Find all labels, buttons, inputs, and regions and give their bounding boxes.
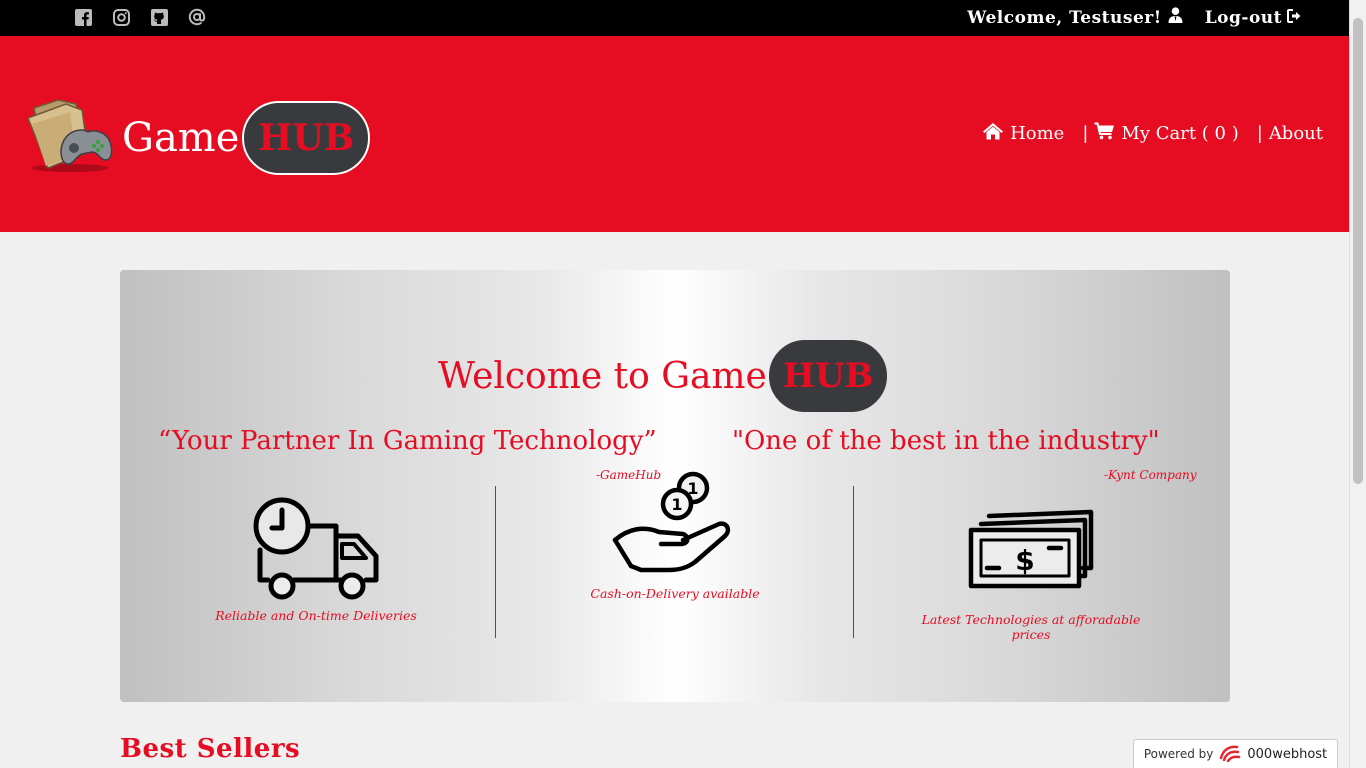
feature-deliveries-caption: Reliable and On-time Deliveries bbox=[215, 608, 417, 623]
brand-logo[interactable]: Game HUB bbox=[122, 101, 371, 175]
sign-out-icon bbox=[1287, 8, 1303, 28]
feature-cod: 1 1 Cash-on-Delivery available bbox=[555, 471, 795, 601]
welcome-text: Welcome to Game bbox=[438, 355, 767, 397]
brand-game-text: Game bbox=[122, 115, 240, 161]
best-sellers-heading: Best Sellers bbox=[120, 734, 301, 764]
powered-by-label: Powered by bbox=[1143, 747, 1214, 761]
nav-separator: | bbox=[1082, 123, 1089, 144]
home-icon bbox=[982, 122, 1004, 145]
brand-hub-pill: HUB bbox=[242, 101, 371, 175]
nav-my-cart[interactable]: My Cart ( 0 ) bbox=[1094, 122, 1239, 145]
nav-home-label: Home bbox=[1010, 123, 1065, 144]
feature-divider bbox=[495, 486, 496, 638]
facebook-icon[interactable] bbox=[74, 8, 92, 26]
nav-about-label: About bbox=[1268, 123, 1323, 144]
feature-deliveries: Reliable and On-time Deliveries bbox=[196, 496, 436, 623]
feature-prices: $ Latest Technologies at afforadable pri… bbox=[911, 506, 1151, 642]
feature-cod-caption: Cash-on-Delivery available bbox=[590, 586, 760, 601]
webhost-logo-icon bbox=[1219, 744, 1241, 765]
quote-kynt: "One of the best in the industry" bbox=[732, 426, 1160, 456]
email-at-icon[interactable] bbox=[188, 8, 206, 26]
feature-divider bbox=[853, 486, 854, 638]
logo-folder-gamepad-icon[interactable] bbox=[24, 94, 116, 172]
nav-about[interactable]: About bbox=[1269, 123, 1323, 144]
user-icon bbox=[1168, 7, 1183, 28]
main-nav: Home | My Cart ( 0 ) | About bbox=[982, 122, 1323, 145]
logout-link[interactable]: Log-out bbox=[1205, 8, 1303, 28]
logout-label: Log-out bbox=[1204, 7, 1282, 28]
quote-kynt-cite: -Kynt Company bbox=[1104, 468, 1197, 482]
hand-coins-icon: 1 1 bbox=[555, 470, 795, 580]
quote-gamehub: “Your Partner In Gaming Technology” bbox=[158, 426, 657, 456]
instagram-icon[interactable] bbox=[112, 8, 130, 26]
feature-prices-caption: Latest Technologies at afforadable price… bbox=[921, 612, 1141, 642]
powered-by-badge[interactable]: Powered by 000webhost bbox=[1133, 739, 1338, 768]
svg-text:$: $ bbox=[1015, 544, 1034, 577]
welcome-user-text: Welcome, Testuser! bbox=[967, 7, 1162, 28]
shopping-cart-icon bbox=[1094, 122, 1115, 145]
site-header: Game HUB Home | My Cart ( 0 ) | About bbox=[0, 36, 1349, 232]
nav-cart-label: My Cart ( 0 ) bbox=[1121, 123, 1239, 144]
top-bar: Welcome, Testuser! Log-out bbox=[0, 0, 1349, 36]
nav-separator: | bbox=[1256, 123, 1263, 144]
github-icon[interactable] bbox=[150, 8, 168, 26]
page-scrollbar[interactable] bbox=[1349, 0, 1366, 768]
money-stack-icon: $ bbox=[911, 506, 1151, 592]
hero-panel: Welcome to Game HUB “Your Partner In Gam… bbox=[120, 270, 1230, 702]
social-links bbox=[74, 8, 206, 26]
scrollbar-thumb[interactable] bbox=[1353, 18, 1363, 484]
webhost-name: 000webhost bbox=[1247, 746, 1328, 762]
hero-welcome-heading: Welcome to Game HUB bbox=[438, 340, 888, 412]
svg-text:1: 1 bbox=[671, 495, 682, 514]
nav-home[interactable]: Home bbox=[982, 122, 1064, 145]
user-bar: Welcome, Testuser! Log-out bbox=[967, 7, 1303, 28]
svg-text:1: 1 bbox=[687, 479, 698, 498]
welcome-hub-pill: HUB bbox=[768, 340, 888, 412]
delivery-truck-clock-icon bbox=[196, 496, 436, 600]
